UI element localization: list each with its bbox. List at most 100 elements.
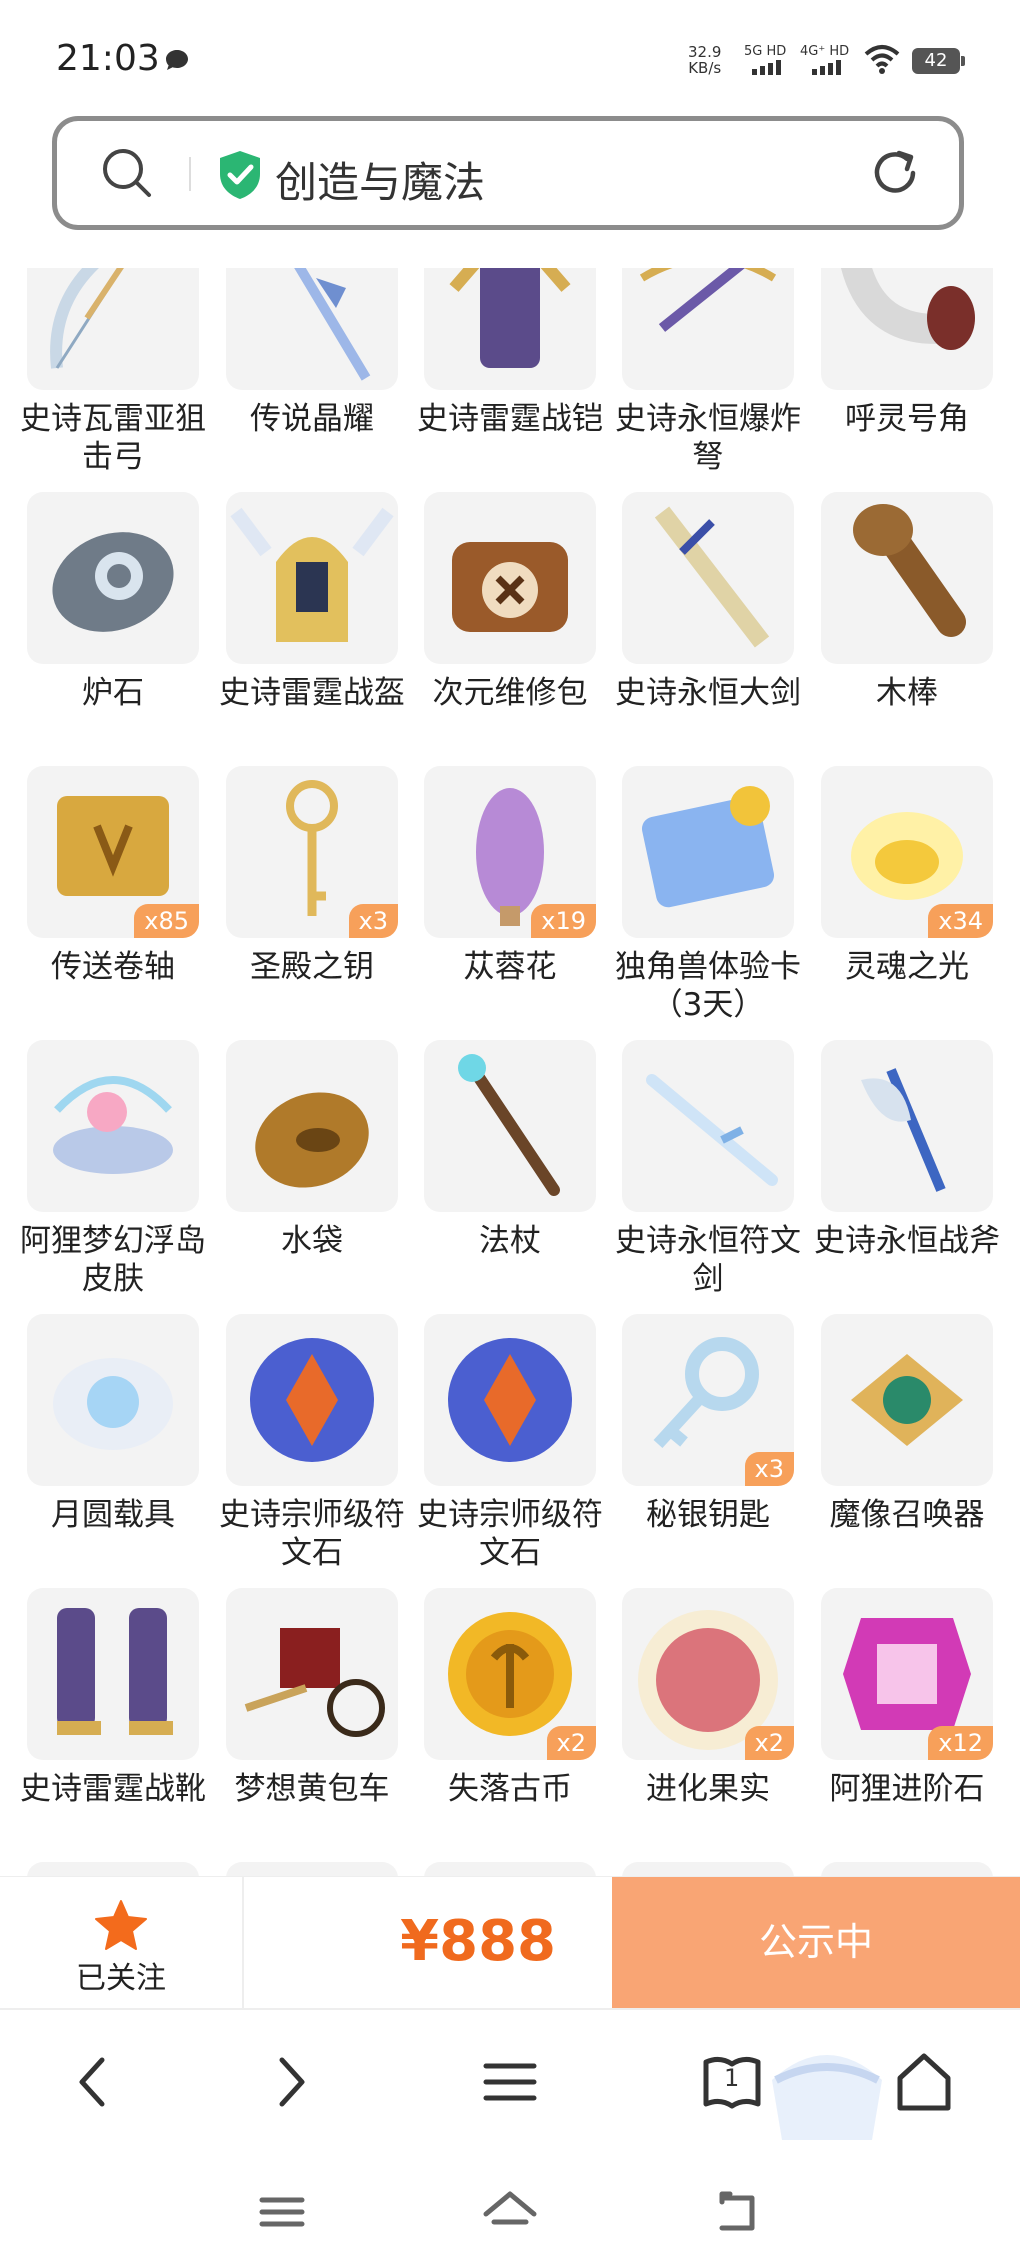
item-image: [821, 1040, 993, 1212]
rune-sword-icon: [646, 1074, 778, 1186]
item-card[interactable]: 呼灵号角: [821, 268, 993, 488]
item-card[interactable]: 炉石: [27, 492, 199, 762]
item-name: 呼灵号角: [845, 401, 969, 437]
item-name: 苁蓉花: [463, 949, 557, 985]
item-card[interactable]: 史诗雷霆战靴: [20, 1588, 206, 1858]
bookmarks-button[interactable]: 1: [696, 2046, 768, 2118]
item-name: 史诗永恒爆炸弩: [615, 401, 801, 475]
item-image: [622, 1862, 794, 1876]
bow-icon: [50, 268, 124, 369]
item-name: 史诗雷霆战盔: [219, 675, 405, 711]
rickshaw-icon: [244, 1628, 385, 1737]
item-card[interactable]: 独角兽体验卡（3天）: [615, 766, 801, 1036]
item-image: [821, 492, 993, 664]
browser-nav-bar: 1: [0, 2008, 1020, 2154]
item-image: x34: [821, 766, 993, 938]
item-image: [424, 268, 596, 390]
public-notice-button[interactable]: 公示中: [612, 1877, 1020, 2009]
item-name: 魔像召唤器: [829, 1497, 985, 1533]
battle-axe-icon: [861, 1068, 946, 1192]
item-card-partial[interactable]: [226, 1862, 398, 1876]
item-name: 进化果实: [646, 1771, 770, 1807]
item-card[interactable]: 法杖: [424, 1040, 596, 1310]
item-name: 史诗雷霆战铠: [417, 401, 603, 437]
item-image: [27, 1588, 199, 1760]
item-card[interactable]: 史诗瓦雷亚狙击弓: [20, 268, 206, 488]
status-bar: 21:03 32.9 KB/s 5G HD 4G⁺ HD 42: [0, 0, 1020, 110]
item-name: 史诗永恒战斧: [814, 1223, 1000, 1259]
item-card[interactable]: x12 阿狸进阶石: [821, 1588, 993, 1858]
home-icon[interactable]: [888, 2046, 960, 2118]
chat-bubble-icon: [166, 50, 188, 70]
item-card[interactable]: 史诗雷霆战盔: [219, 492, 405, 762]
item-card[interactable]: 木棒: [821, 492, 993, 762]
item-card[interactable]: 传说晶耀: [226, 268, 398, 488]
back-icon[interactable]: [58, 2046, 130, 2118]
item-card[interactable]: 史诗雷霆战铠: [417, 268, 603, 488]
item-card[interactable]: x34 灵魂之光: [821, 766, 993, 1036]
item-name: 传送卷轴: [51, 949, 175, 985]
item-card[interactable]: 阿狸梦幻浮岛皮肤: [20, 1040, 206, 1310]
item-name: 灵魂之光: [845, 949, 969, 985]
item-card-partial[interactable]: [622, 1862, 794, 1876]
item-name: 史诗雷霆战靴: [20, 1771, 206, 1807]
price-display: ¥888: [244, 1877, 612, 2009]
item-name: 梦想黄包车: [234, 1771, 390, 1807]
quantity-badge: x12: [928, 1726, 993, 1760]
system-back-icon[interactable]: [708, 2182, 768, 2242]
item-name: 阿狸梦幻浮岛皮肤: [20, 1223, 206, 1297]
item-name: 史诗宗师级符文石: [219, 1497, 405, 1571]
item-card[interactable]: x2 失落古币: [424, 1588, 596, 1858]
item-card-partial[interactable]: [821, 1862, 993, 1876]
item-card[interactable]: 梦想黄包车: [226, 1588, 398, 1858]
item-image: [226, 1862, 398, 1876]
item-image: [226, 1588, 398, 1760]
item-card[interactable]: x2 进化果实: [622, 1588, 794, 1858]
wifi-icon: [864, 45, 900, 74]
item-image: [424, 1862, 596, 1876]
recent-apps-icon[interactable]: [252, 2182, 312, 2242]
item-card[interactable]: x3 秘银钥匙: [622, 1314, 794, 1584]
item-card[interactable]: 月圆载具: [27, 1314, 199, 1584]
item-card[interactable]: 魔像召唤器: [821, 1314, 993, 1584]
secure-shield-icon: [220, 151, 260, 199]
item-image: [424, 1040, 596, 1212]
armor-icon: [449, 268, 571, 368]
item-name: 传说晶耀: [250, 401, 374, 437]
item-card[interactable]: 水袋: [226, 1040, 398, 1310]
item-name: 圣殿之钥: [250, 949, 374, 985]
address-bar[interactable]: 创造与魔法: [52, 116, 964, 230]
menu-icon[interactable]: [474, 2046, 546, 2118]
goggles-overlay-icon: [772, 2055, 882, 2140]
item-card[interactable]: 史诗永恒爆炸弩: [615, 268, 801, 488]
page-title[interactable]: 创造与魔法: [275, 149, 485, 210]
item-card[interactable]: 史诗宗师级符文石: [417, 1314, 603, 1584]
item-image: [226, 268, 398, 390]
item-image: [27, 1862, 199, 1876]
item-card[interactable]: 史诗宗师级符文石: [219, 1314, 405, 1584]
item-card[interactable]: x85 传送卷轴: [27, 766, 199, 1036]
item-name: 法杖: [479, 1223, 541, 1259]
item-grid[interactable]: 史诗瓦雷亚狙击弓 传说晶耀 史诗雷霆战铠 史诗永恒爆炸弩 呼灵号角炉石 史诗雷霆战盔 次元维…: [0, 268, 1020, 1876]
search-icon[interactable]: [101, 147, 153, 199]
item-name: 史诗永恒大剑: [615, 675, 801, 711]
quantity-badge: x3: [744, 1452, 794, 1486]
item-image: [226, 1040, 398, 1212]
system-home-icon[interactable]: [480, 2182, 540, 2242]
item-image: [821, 268, 993, 390]
signal-label-2: 4G⁺ HD: [800, 44, 850, 59]
floating-island-icon: [53, 1076, 173, 1174]
item-card[interactable]: x19 苁蓉花: [424, 766, 596, 1036]
unicorn-card-icon: [641, 786, 775, 908]
item-card[interactable]: x3 圣殿之钥: [226, 766, 398, 1036]
item-card[interactable]: 史诗永恒大剑: [615, 492, 801, 762]
follow-button[interactable]: 已关注: [0, 1877, 244, 2009]
item-card[interactable]: 史诗永恒战斧: [814, 1040, 1000, 1310]
item-card-partial[interactable]: [424, 1862, 596, 1876]
item-card-partial[interactable]: [27, 1862, 199, 1876]
quantity-badge: x34: [928, 904, 993, 938]
reload-icon[interactable]: [869, 147, 921, 199]
item-card[interactable]: 史诗永恒符文剑: [615, 1040, 801, 1310]
item-card[interactable]: 次元维修包: [424, 492, 596, 762]
forward-icon[interactable]: [254, 2046, 326, 2118]
